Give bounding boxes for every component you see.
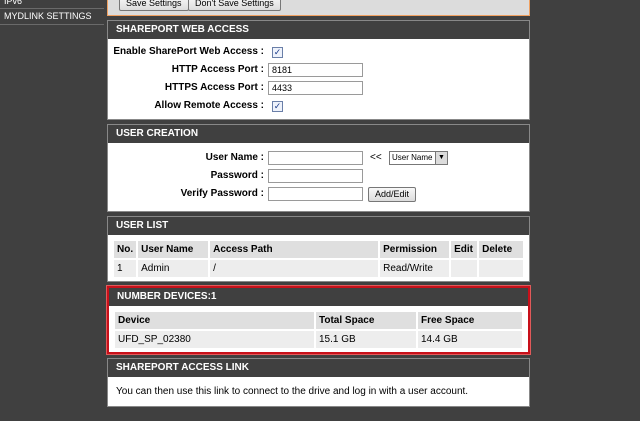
https-port-label: HTTPS Access Port : xyxy=(164,82,264,93)
username-label: User Name : xyxy=(205,152,264,163)
cell-total-space: 15.1 GB xyxy=(316,331,416,348)
cell-free-space: 14.4 GB xyxy=(418,331,522,348)
panel-title: SHAREPORT WEB ACCESS xyxy=(108,21,529,39)
column-header-total-space: Total Space xyxy=(316,312,416,329)
dont-save-settings-button[interactable]: Don't Save Settings xyxy=(188,0,281,11)
verify-password-label: Verify Password : xyxy=(180,188,264,199)
cell-edit[interactable] xyxy=(451,260,478,277)
sidebar-item-ipv6[interactable]: IPv6 xyxy=(0,0,104,9)
panel-title: USER LIST xyxy=(108,217,529,235)
verify-password-input[interactable] xyxy=(268,187,363,201)
user-creation-panel: USER CREATION User Name : << User Name ▼… xyxy=(107,124,530,212)
chevron-down-icon: ▼ xyxy=(435,152,447,164)
password-label: Password : xyxy=(210,170,264,181)
password-input[interactable] xyxy=(268,169,363,183)
https-port-input[interactable]: 4433 xyxy=(268,81,363,95)
column-header-device: Device xyxy=(115,312,314,329)
column-header-delete: Delete xyxy=(479,241,523,258)
number-devices-panel: NUMBER DEVICES:1 Device Total Space Free… xyxy=(107,286,530,354)
shareport-web-access-panel: SHAREPORT WEB ACCESS Enable SharePort We… xyxy=(107,20,530,120)
table-row: UFD_SP_02380 15.1 GB 14.4 GB xyxy=(115,331,522,348)
allow-remote-checkbox[interactable]: ✓ xyxy=(272,101,283,112)
column-header-no: No. xyxy=(114,241,137,258)
user-list-panel: USER LIST No. User Name Access Path Perm… xyxy=(107,216,530,282)
allow-remote-label: Allow Remote Access : xyxy=(154,100,264,111)
table-row: 1 Admin / Read/Write xyxy=(114,260,523,277)
http-port-input[interactable]: 8181 xyxy=(268,63,363,77)
column-header-permission: Permission xyxy=(380,241,450,258)
column-header-free-space: Free Space xyxy=(418,312,522,329)
cell-permission: Read/Write xyxy=(380,260,450,277)
devices-table: Device Total Space Free Space UFD_SP_023… xyxy=(113,310,524,350)
main-content: Save Settings Don't Save Settings SHAREP… xyxy=(107,0,530,411)
cell-access-path: / xyxy=(210,260,379,277)
enable-shareport-label: Enable SharePort Web Access : xyxy=(113,46,264,57)
username-select[interactable]: User Name ▼ xyxy=(389,151,448,165)
cell-delete[interactable] xyxy=(479,260,523,277)
cell-device: UFD_SP_02380 xyxy=(115,331,314,348)
column-header-edit: Edit xyxy=(451,241,478,258)
add-edit-button[interactable]: Add/Edit xyxy=(368,187,417,202)
user-list-table: No. User Name Access Path Permission Edi… xyxy=(112,239,525,279)
column-header-user-name: User Name xyxy=(138,241,209,258)
panel-title: USER CREATION xyxy=(108,125,529,143)
copy-arrow: << xyxy=(370,152,382,163)
select-value: User Name xyxy=(392,153,433,162)
panel-title: SHAREPORT ACCESS LINK xyxy=(108,359,529,377)
column-header-access-path: Access Path xyxy=(210,241,379,258)
http-port-label: HTTP Access Port : xyxy=(171,64,264,75)
sidebar-item-mydlink-settings[interactable]: MYDLINK SETTINGS xyxy=(0,9,104,25)
sidebar: IPv6 MYDLINK SETTINGS xyxy=(0,0,104,421)
enable-shareport-checkbox[interactable]: ✓ xyxy=(272,47,283,58)
access-link-description: You can then use this link to connect to… xyxy=(108,377,529,406)
right-gutter xyxy=(536,0,640,421)
shareport-access-link-panel: SHAREPORT ACCESS LINK You can then use t… xyxy=(107,358,530,407)
cell-user-name: Admin xyxy=(138,260,209,277)
save-settings-button[interactable]: Save Settings xyxy=(119,0,189,11)
username-input[interactable] xyxy=(268,151,363,165)
cell-no: 1 xyxy=(114,260,137,277)
settings-action-bar: Save Settings Don't Save Settings xyxy=(107,0,530,16)
panel-title: NUMBER DEVICES:1 xyxy=(109,288,528,306)
